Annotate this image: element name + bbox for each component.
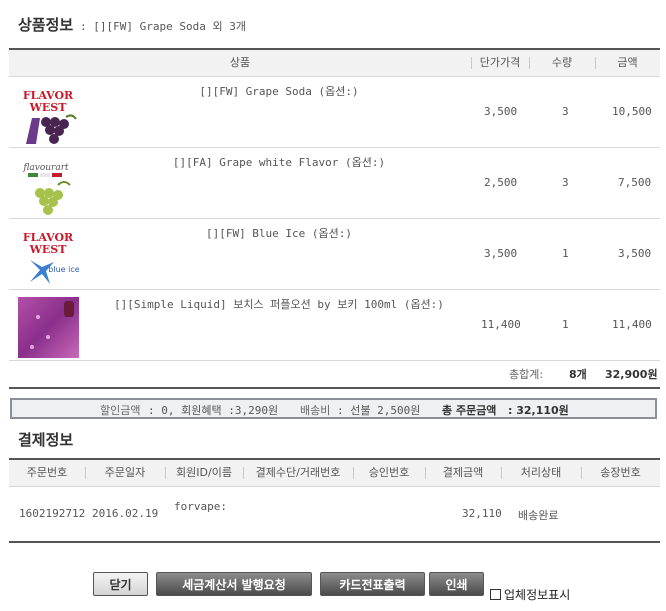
header-amount: 금액 (617, 56, 638, 69)
svg-text:blue ice: blue ice (48, 265, 79, 274)
unit-price: 2,500 (484, 176, 518, 189)
tax-invoice-request-button[interactable]: 세금계산서 발행요청 (156, 572, 312, 596)
product-name-link[interactable]: [][FW] Grape Soda (옵션:) (79, 83, 479, 99)
member-id: forvape: (174, 500, 227, 513)
product-thumbnail[interactable] (18, 297, 79, 358)
product-table-header: 상품 단가가격 수량 금액 (9, 50, 660, 77)
product-name-link[interactable]: [][FA] Grape white Flavor (옵션:) (79, 154, 479, 170)
discount-label: 할인금액 (100, 404, 141, 417)
order-status: 배송완료 (518, 509, 559, 522)
quantity: 1 (562, 318, 569, 331)
table-row: [][Simple Liquid] 보치스 퍼플오션 by 보키 100ml (… (9, 290, 660, 361)
product-name-link[interactable]: [][Simple Liquid] 보치스 퍼플오션 by 보키 100ml (… (79, 296, 479, 312)
payment-section-title: 결제정보 (18, 431, 74, 449)
amount: 10,500 (612, 105, 652, 118)
unit-price: 11,400 (481, 318, 521, 331)
header-member: 회원ID/이름 (176, 466, 232, 479)
company-info-label[interactable]: 업체정보표시 (504, 586, 570, 603)
flavor-west-blue-ice-image: FLAVOR WEST blue ice (18, 226, 80, 287)
total-amount: 32,900원 (605, 368, 658, 381)
order-number: 1602192712 (19, 507, 86, 520)
table-row: FLAVOR WEST [][FW] Grape Soda (옵션:) 3,50… (9, 77, 660, 148)
total-count: 8개 (569, 368, 587, 381)
discount-summary-bar: 할인금액 : 0, 회원혜택 :3,290원 배송비 : 선불 2,500원 총… (10, 398, 657, 419)
header-order-no: 주문번호 (26, 466, 68, 479)
header-approval-no: 승인번호 (368, 466, 410, 479)
product-thumbnail[interactable]: FLAVOR WEST blue ice (18, 226, 80, 287)
payment-row: 1602192712 2016.02.19 forvape: 32,110 배송… (9, 487, 660, 543)
header-payment-amount: 결제금액 (442, 466, 484, 479)
shipping-label: 배송비 (300, 404, 331, 417)
payment-amount: 32,110 (462, 507, 502, 520)
header-invoice-no: 송장번호 (600, 466, 641, 479)
header-payment-method: 결제수단/거래번호 (255, 466, 341, 479)
white-grape-image: flavourart (18, 155, 79, 216)
svg-text:WEST: WEST (29, 243, 68, 256)
shipping-value: : 선불 2,500원 (337, 404, 421, 417)
company-info-checkbox[interactable] (490, 588, 501, 600)
amount: 7,500 (618, 176, 652, 189)
close-button[interactable]: 닫기 (93, 572, 148, 596)
discount-value: : 0, 회원혜택 :3,290원 (148, 404, 279, 417)
order-total-value: : 32,110원 (508, 404, 569, 417)
svg-text:flavourart: flavourart (22, 163, 69, 173)
product-section-subtitle: : [][FW] Grape Soda 외 3개 (80, 20, 246, 33)
company-info-checkbox-wrapper[interactable]: 업체정보표시 (490, 586, 570, 603)
quantity: 3 (562, 105, 569, 118)
unit-price: 3,500 (484, 105, 518, 118)
print-button[interactable]: 인쇄 (429, 572, 484, 596)
product-name-link[interactable]: [][FW] Blue Ice (옵션:) (79, 225, 479, 241)
quantity: 1 (562, 247, 569, 260)
product-thumbnail[interactable]: FLAVOR WEST (18, 84, 79, 145)
table-row: FLAVOR WEST blue ice [][FW] Blue Ice (옵션… (9, 219, 660, 290)
header-unit-price: 단가가격 (479, 56, 521, 69)
header-order-date: 주문일자 (104, 466, 146, 479)
amount: 11,400 (612, 318, 652, 331)
svg-text:WEST: WEST (29, 101, 68, 114)
payment-table-header: 주문번호 주문일자 회원ID/이름 결제수단/거래번호 승인번호 결제금액 처리… (9, 460, 660, 487)
unit-price: 3,500 (484, 247, 518, 260)
product-section-title: 상품정보 (18, 16, 74, 34)
order-totals-row: 총합계: 8개 32,900원 (9, 363, 660, 389)
quantity: 3 (562, 176, 569, 189)
amount: 3,500 (618, 247, 652, 260)
card-slip-print-button[interactable]: 카드전표출력 (320, 572, 425, 596)
header-status: 처리상태 (520, 466, 562, 479)
header-product: 상품 (229, 56, 251, 69)
product-thumbnail[interactable]: flavourart (18, 155, 79, 216)
order-date: 2016.02.19 (92, 507, 159, 520)
total-label: 총합계: (509, 368, 544, 381)
order-total-label: 총 주문금액 (442, 404, 497, 417)
purple-ocean-bottle-image (18, 297, 79, 358)
table-row: flavourart [][FA] Grape white Flavor (옵션… (9, 148, 660, 219)
header-qty: 수량 (551, 56, 573, 69)
flavor-west-grape-image: FLAVOR WEST (18, 84, 79, 145)
